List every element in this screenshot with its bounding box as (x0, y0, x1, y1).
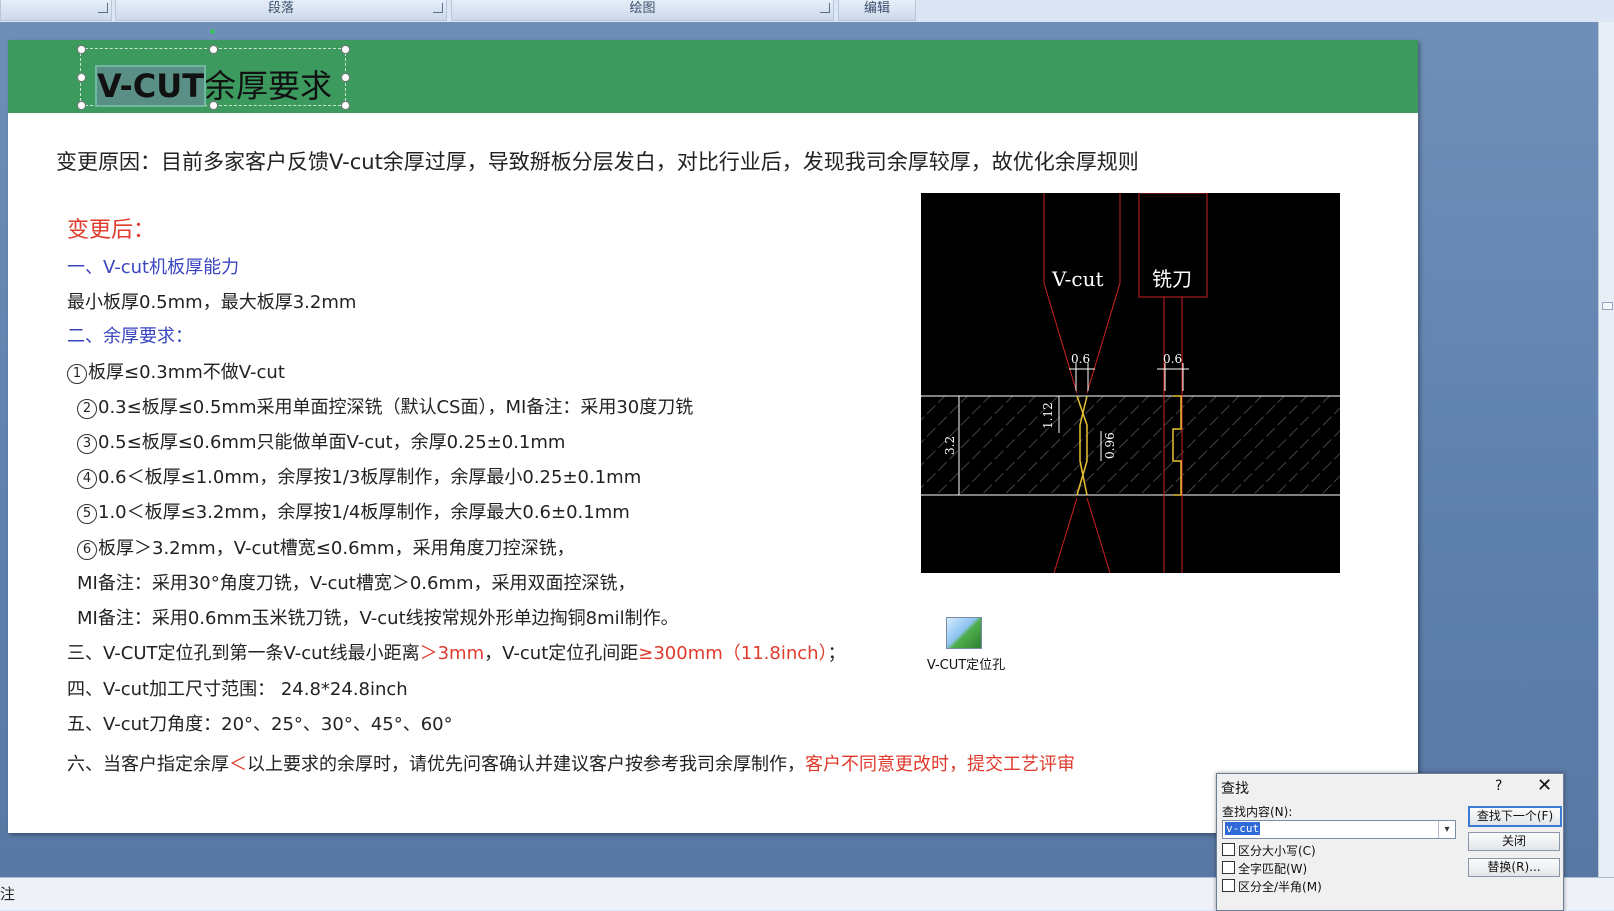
section3-text: ，V-cut定位孔间距 (484, 643, 639, 664)
resize-handle[interactable] (209, 45, 218, 54)
resize-handle[interactable] (341, 45, 350, 54)
rule-number: 1 (67, 364, 87, 384)
mi-note-2: MI备注：采用0.6mm玉米铣刀铣，V-cut线按常规外形单边掏铜8mil制作。 (77, 608, 679, 629)
section6-red-text: 客户不同意更改时，提交工艺评审 (805, 754, 1075, 775)
vertical-scrollbar[interactable] (1598, 22, 1614, 877)
resize-handle[interactable] (341, 101, 350, 110)
after-heading: 变更后： (67, 218, 156, 243)
ribbon-group-editing[interactable]: 编辑 (838, 0, 916, 21)
section5-line: 五、V-cut刀角度：20°、25°、30°、45°、60° (67, 714, 453, 735)
mill-label: 铣刀 (1152, 267, 1192, 291)
checkbox[interactable] (1222, 879, 1235, 892)
rule-text: 0.6＜板厚≤1.0mm，余厚按1/3板厚制作，余厚最小0.25±0.1mm (98, 467, 642, 488)
title-rest-text: 余厚要求 (204, 67, 333, 105)
dim-3.2: 3.2 (943, 436, 957, 455)
dim-1.12: 1.12 (1041, 402, 1055, 429)
vcut-diagram[interactable]: V-cut 铣刀 0.6 0.6 1.12 0.96 3.2 (921, 192, 1340, 574)
dim-0.6-left: 0.6 (1071, 352, 1090, 366)
section3-line: 三、V-CUT定位孔到第一条V-cut线最小距离＞3mm，V-cut定位孔间距≥… (67, 639, 846, 665)
ribbon: 段落 绘图 编辑 (0, 0, 1614, 23)
slide[interactable]: V-CUT余厚要求 变更原因：目前多家客户反馈V-cut余厚过厚，导致掰板分层发… (8, 29, 1418, 833)
rule-text: 板厚≤0.3mm不做V-cut (88, 362, 285, 383)
help-icon[interactable]: ? (1495, 778, 1502, 794)
vcut-blade (1043, 193, 1121, 574)
match-case-option[interactable]: 区分大小写(C) (1222, 842, 1316, 859)
resize-handle[interactable] (77, 101, 86, 110)
find-what-input[interactable]: v-cut ▾ (1222, 820, 1456, 839)
scroll-thumb[interactable] (1602, 302, 1613, 310)
rule-number: 3 (77, 434, 97, 454)
rule-item: 2 0.3≤板厚≤0.5mm采用单面控深铣（默认CS面），MI备注：采用30度刀铣 (77, 393, 693, 419)
status-text: 注 (0, 885, 16, 903)
dialog-launcher-icon[interactable] (433, 3, 443, 13)
close-icon[interactable]: ✕ (1537, 775, 1552, 796)
section1-heading: 一、V-cut机板厚能力 (67, 257, 240, 278)
rule-text: 0.5≤板厚≤0.6mm只能做单面V-cut，余厚0.25±0.1mm (98, 432, 566, 453)
section2-heading: 二、余厚要求： (67, 326, 193, 347)
section3-text: ； (827, 643, 846, 664)
ribbon-group-paragraph[interactable]: 段落 (115, 0, 447, 21)
whole-word-label: 全字匹配(W) (1238, 862, 1308, 876)
section4-line: 四、V-cut加工尺寸范围： 24.8*24.8inch (67, 679, 408, 700)
section6-line: 六、当客户指定余厚＜以上要求的余厚时，请优先问客确认并建议客户按参考我司余厚制作… (67, 750, 1075, 776)
find-next-button[interactable]: 查找下一个(F) (1468, 806, 1562, 827)
section3-red-spacing: ≥300mm（11.8inch） (638, 643, 828, 664)
mi-note-1: MI备注：采用30°角度刀铣，V-cut槽宽＞0.6mm，采用双面控深铣， (77, 573, 636, 594)
rule-item: 3 0.5≤板厚≤0.6mm只能做单面V-cut，余厚0.25±0.1mm (77, 428, 565, 454)
whole-word-option[interactable]: 全字匹配(W) (1222, 860, 1307, 877)
dim-0.96: 0.96 (1103, 432, 1117, 459)
section1-line: 最小板厚0.5mm，最大板厚3.2mm (67, 292, 357, 313)
ribbon-group-label: 绘图 (629, 1, 656, 16)
checkbox[interactable] (1222, 861, 1235, 874)
picture-icon[interactable] (946, 617, 982, 649)
ribbon-group-font[interactable] (0, 0, 112, 21)
section3-red-distance: ＞3mm (419, 643, 485, 664)
ribbon-group-label: 编辑 (863, 1, 890, 16)
rule-text: 0.3≤板厚≤0.5mm采用单面控深铣（默认CS面），MI备注：采用30度刀铣 (98, 397, 694, 418)
change-reason: 变更原因：目前多家客户反馈V-cut余厚过厚，导致掰板分层发白，对比行业后，发现… (56, 150, 1139, 174)
rule-item: 5 1.0＜板厚≤3.2mm，余厚按1/4板厚制作，余厚最大0.6±0.1mm (77, 498, 630, 524)
width-match-option[interactable]: 区分全/半角(M) (1222, 878, 1322, 895)
close-button[interactable]: 关闭 (1468, 832, 1560, 851)
find-dialog-title: 查找 (1221, 781, 1249, 797)
resize-handle[interactable] (77, 73, 86, 82)
dialog-launcher-icon[interactable] (98, 3, 108, 13)
rotate-handle[interactable] (210, 29, 215, 34)
title-placeholder[interactable]: V-CUT余厚要求 (77, 29, 350, 110)
vcut-label: V-cut (1051, 267, 1103, 291)
dim-0.6-right: 0.6 (1163, 352, 1182, 366)
match-case-label: 区分大小写(C) (1238, 844, 1316, 858)
rule-text: 板厚＞3.2mm，V-cut槽宽≤0.6mm，采用角度刀控深铣， (98, 538, 575, 559)
checkbox[interactable] (1222, 843, 1235, 856)
embedded-object-label: V-CUT定位孔 (926, 658, 1006, 673)
vcut-diagram-svg: V-cut 铣刀 0.6 0.6 1.12 0.96 3.2 (921, 192, 1340, 574)
rule-number: 2 (77, 399, 97, 419)
rule-number: 6 (77, 540, 97, 560)
embedded-object[interactable]: V-CUT定位孔 (916, 617, 1016, 675)
find-what-value[interactable]: v-cut (1225, 822, 1261, 835)
board-hatch (921, 396, 1340, 495)
rule-number: 4 (77, 469, 97, 489)
rule-item: 1 板厚≤0.3mm不做V-cut (67, 358, 285, 384)
rule-item: 4 0.6＜板厚≤1.0mm，余厚按1/3板厚制作，余厚最小0.25±0.1mm (77, 463, 641, 489)
ribbon-group-label: 段落 (267, 1, 294, 16)
section6-text: 六、当客户指定余厚 (67, 754, 229, 775)
ribbon-group-drawing[interactable]: 绘图 (451, 0, 834, 21)
section3-text: 三、V-CUT定位孔到第一条V-cut线最小距离 (67, 643, 420, 664)
find-dialog[interactable]: 查找 ? ✕ 查找内容(N): v-cut ▾ 查找下一个(F) 关闭 替换(R… (1216, 773, 1564, 911)
dialog-launcher-icon[interactable] (820, 3, 830, 13)
resize-handle[interactable] (77, 45, 86, 54)
section6-red-symbol: ＜ (229, 754, 247, 775)
replace-button[interactable]: 替换(R)... (1468, 858, 1560, 877)
find-what-label: 查找内容(N): (1222, 805, 1293, 819)
rule-number: 5 (77, 504, 97, 524)
section6-text: 以上要求的余厚时，请优先问客确认并建议客户按参考我司余厚制作， (247, 754, 805, 775)
resize-handle[interactable] (341, 73, 350, 82)
chevron-down-icon[interactable]: ▾ (1438, 821, 1455, 838)
title-selected-text[interactable]: V-CUT (94, 65, 207, 107)
rule-text: 1.0＜板厚≤3.2mm，余厚按1/4板厚制作，余厚最大0.6±0.1mm (98, 502, 630, 523)
rule-item: 6 板厚＞3.2mm，V-cut槽宽≤0.6mm，采用角度刀控深铣， (77, 534, 575, 560)
slide-title[interactable]: V-CUT余厚要求 (94, 61, 333, 107)
width-match-label: 区分全/半角(M) (1238, 880, 1322, 894)
